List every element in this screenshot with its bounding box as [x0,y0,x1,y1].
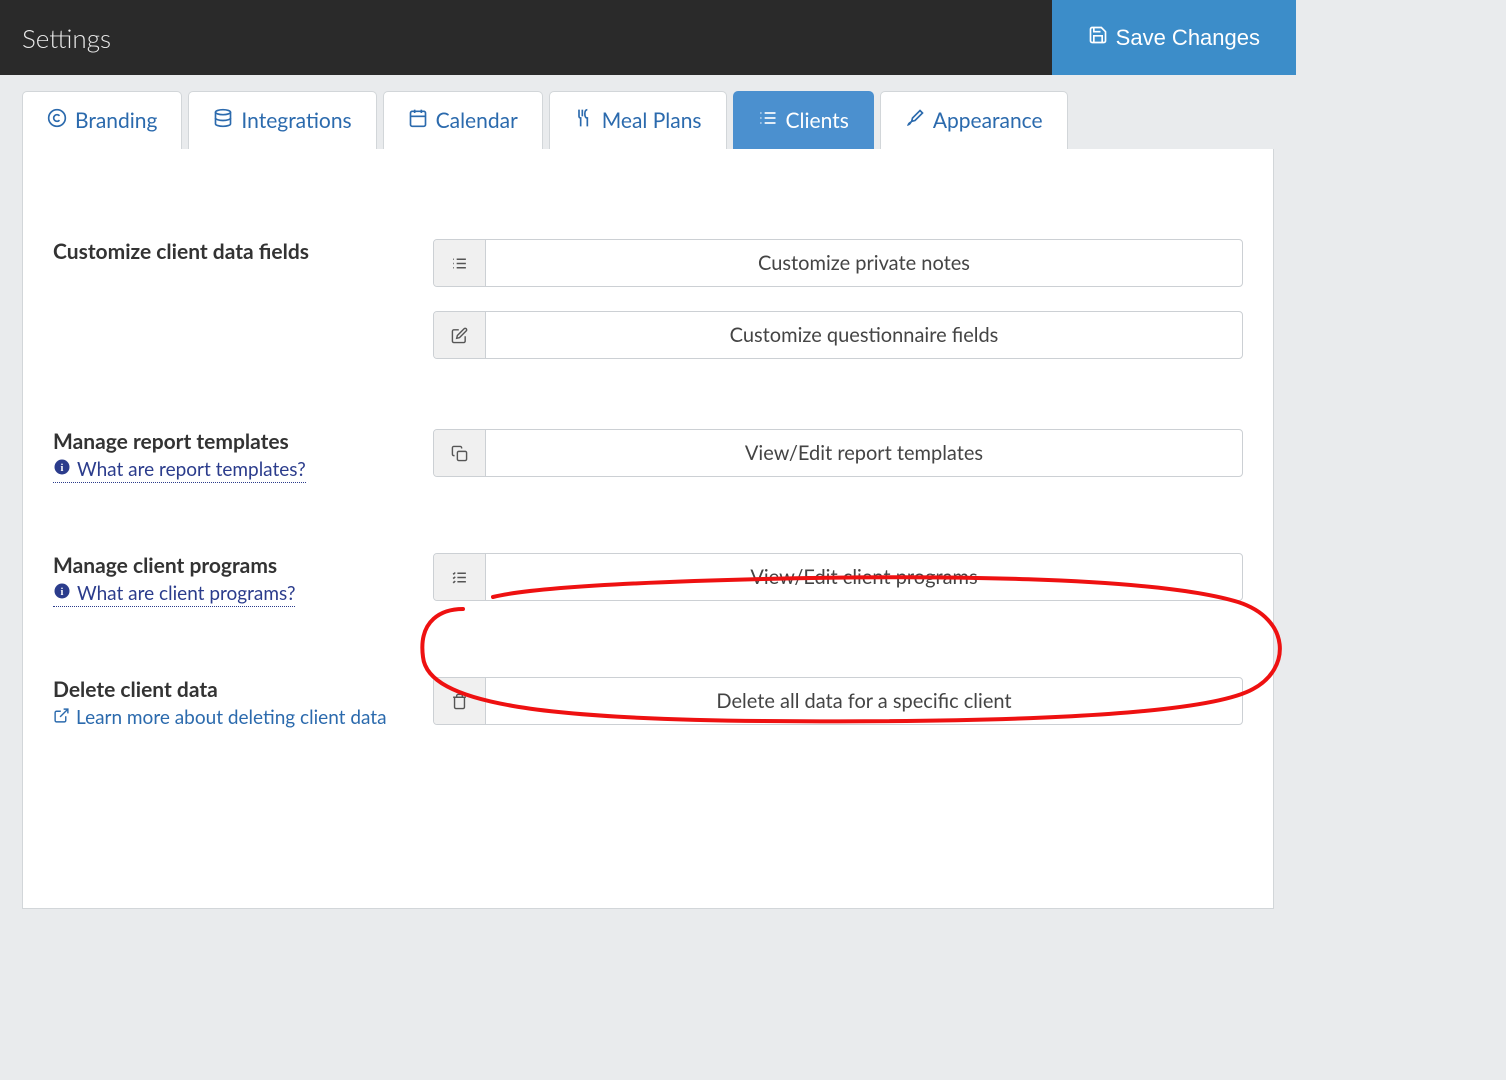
copyright-icon [47,108,67,133]
annotation-circle [23,149,1319,1073]
topbar: Settings Save Changes [0,0,1296,75]
page-title: Settings [22,22,111,54]
paintbrush-icon [905,108,925,133]
tab-label: Calendar [436,108,518,133]
settings-panel: Customize client data fields Customize p… [22,149,1274,909]
calendar-icon [408,108,428,133]
tab-integrations[interactable]: Integrations [188,91,376,149]
tab-mealplans[interactable]: Meal Plans [549,91,727,149]
tab-calendar[interactable]: Calendar [383,91,543,149]
tab-label: Clients [786,108,849,133]
tab-label: Branding [75,108,157,133]
tab-clients[interactable]: Clients [733,91,874,149]
tab-branding[interactable]: Branding [22,91,182,149]
tab-appearance[interactable]: Appearance [880,91,1068,149]
save-icon [1088,25,1108,51]
tabs-bar: Branding Integrations Calendar Meal Plan… [0,75,1296,149]
list-icon [758,108,778,133]
database-icon [213,108,233,133]
tab-label: Integrations [241,108,351,133]
save-button-label: Save Changes [1116,25,1260,51]
tab-label: Meal Plans [602,108,702,133]
utensils-icon [574,108,594,133]
tab-label: Appearance [933,108,1043,133]
save-changes-button[interactable]: Save Changes [1052,0,1296,75]
